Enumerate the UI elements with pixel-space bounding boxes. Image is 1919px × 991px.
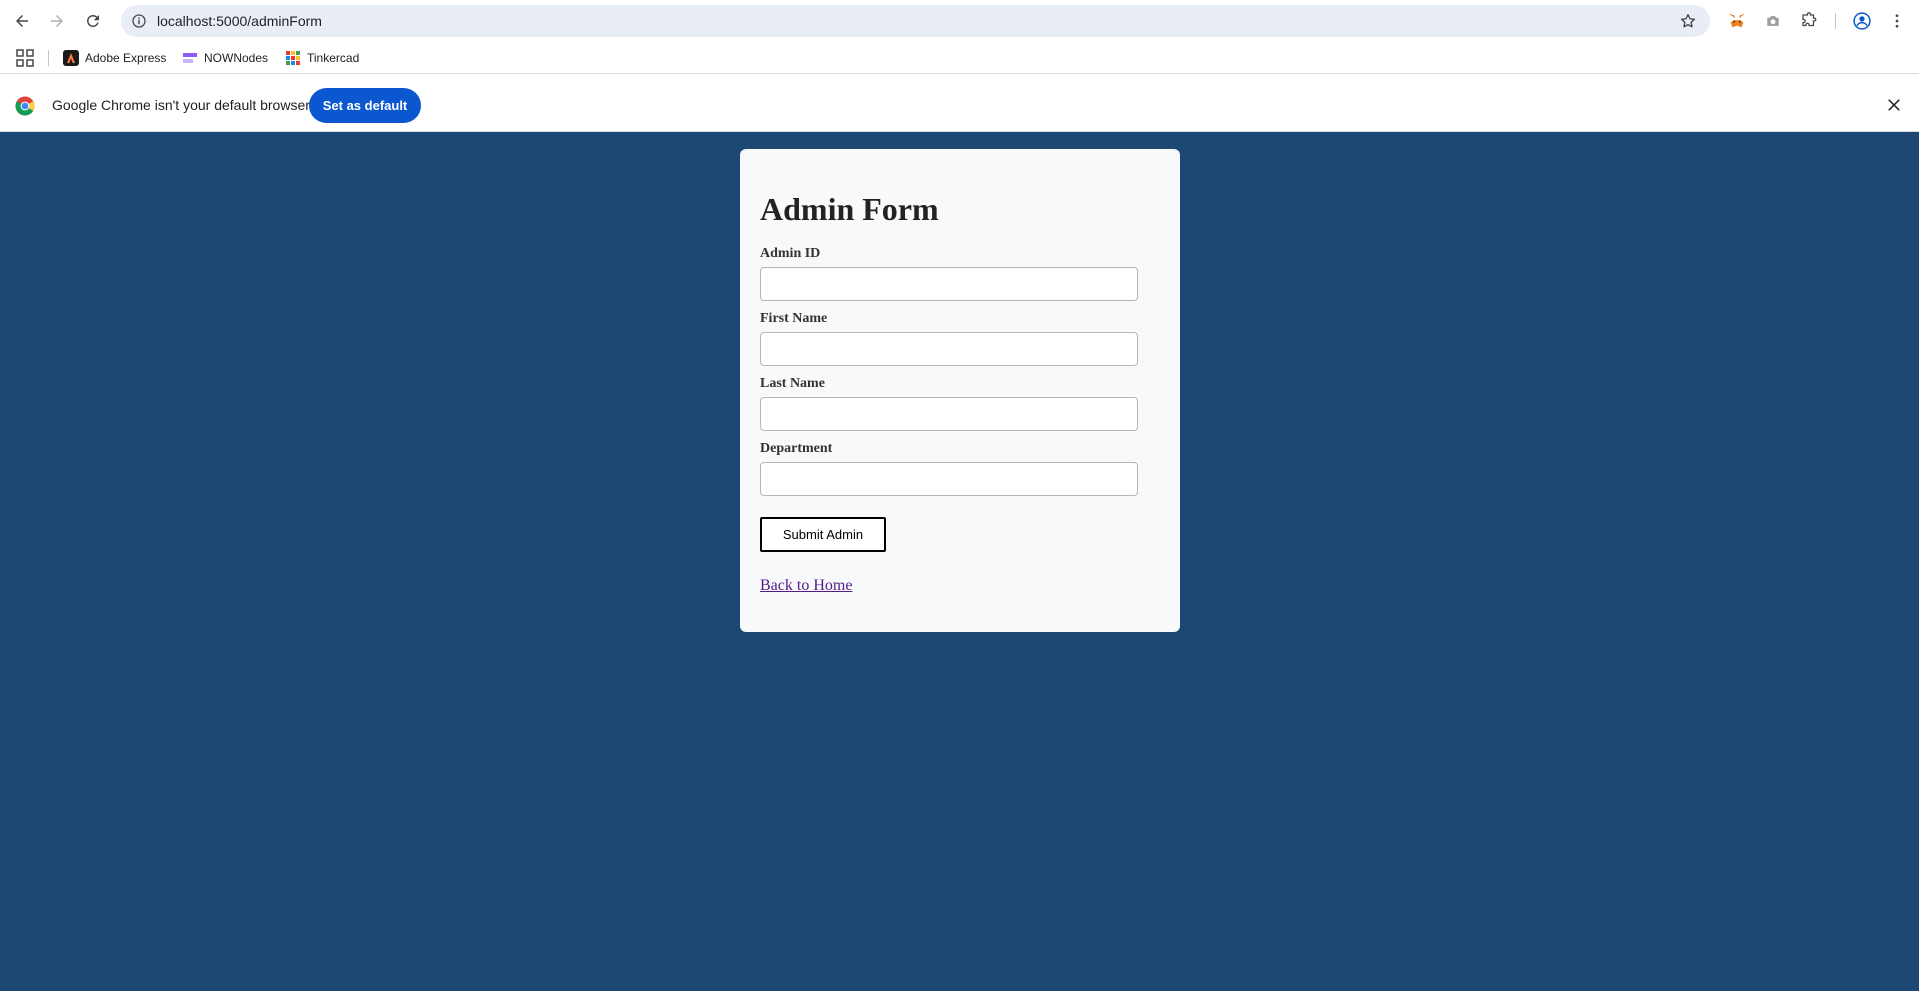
adobe-express-icon: [63, 50, 79, 66]
forward-button[interactable]: [45, 9, 69, 33]
admin-id-input[interactable]: [760, 267, 1138, 301]
address-bar[interactable]: localhost:5000/adminForm: [121, 5, 1710, 37]
first-name-label: First Name: [760, 311, 828, 326]
default-browser-infobar: Google Chrome isn't your default browser…: [0, 78, 1919, 132]
toolbar-divider: [1835, 13, 1836, 29]
back-button[interactable]: [10, 9, 34, 33]
set-as-default-button[interactable]: Set as default: [309, 88, 421, 123]
site-info-icon[interactable]: [129, 11, 149, 31]
first-name-input[interactable]: [760, 332, 1138, 366]
department-input[interactable]: [760, 462, 1138, 496]
last-name-label: Last Name: [760, 376, 825, 391]
reload-icon: [86, 14, 99, 27]
bookmark-label: Tinkercad: [307, 51, 360, 65]
camera-extension-icon[interactable]: [1762, 10, 1784, 32]
apps-grid-icon[interactable]: [16, 49, 34, 67]
metamask-extension-icon[interactable]: [1726, 10, 1748, 32]
page-background: Admin Form Admin ID First Name Last Name…: [0, 132, 1919, 991]
reload-button[interactable]: [81, 9, 105, 33]
menu-kebab-icon[interactable]: [1886, 10, 1908, 32]
bookmark-tinkercad[interactable]: Tinkercad: [285, 47, 359, 69]
bookmark-star-icon[interactable]: [1678, 11, 1698, 31]
back-to-home-link[interactable]: Back to Home: [760, 577, 852, 595]
admin-form-card: Admin Form Admin ID First Name Last Name…: [740, 149, 1180, 632]
bookmarks-bar: Adobe Express NOWNodes Tinkercad: [0, 42, 1919, 74]
last-name-input[interactable]: [760, 397, 1138, 431]
arrow-left-icon: [16, 15, 28, 27]
extensions-puzzle-icon[interactable]: [1798, 10, 1820, 32]
url-text: localhost:5000/adminForm: [157, 13, 322, 29]
department-label: Department: [760, 441, 833, 456]
admin-id-label: Admin ID: [760, 246, 821, 261]
tinkercad-icon: [285, 50, 301, 66]
bookmark-label: Adobe Express: [85, 51, 167, 65]
nownodes-icon: [182, 50, 198, 66]
profile-avatar-icon[interactable]: [1851, 10, 1873, 32]
bookmark-adobe-express[interactable]: Adobe Express: [63, 47, 166, 69]
submit-admin-button[interactable]: Submit Admin: [760, 517, 886, 552]
browser-toolbar: localhost:5000/adminForm: [0, 0, 1919, 42]
arrow-right-icon: [51, 15, 63, 27]
infobar-message: Google Chrome isn't your default browser: [52, 97, 310, 113]
bookmarks-divider: [48, 50, 49, 66]
page-title: Admin Form: [760, 191, 939, 227]
bookmark-nownodes[interactable]: NOWNodes: [182, 47, 268, 69]
chrome-logo-icon: [15, 96, 35, 116]
bookmark-label: NOWNodes: [204, 51, 269, 65]
close-infobar-icon[interactable]: [1884, 95, 1904, 115]
